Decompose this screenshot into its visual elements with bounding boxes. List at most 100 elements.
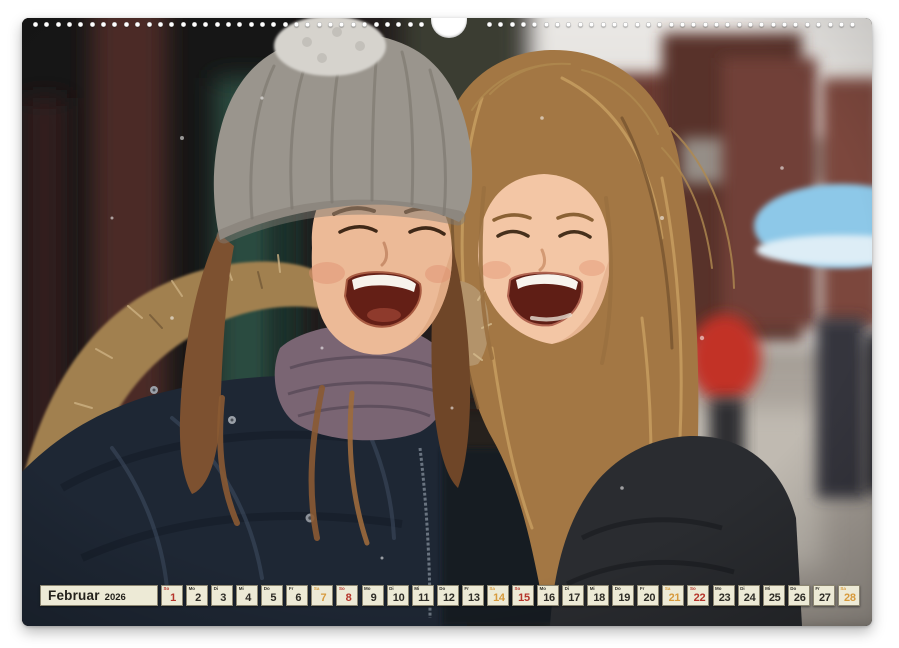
punch-hole [90, 22, 95, 27]
day-number: 2 [187, 592, 207, 604]
punch-hole [317, 22, 322, 27]
weekday-label: Mo [715, 586, 722, 591]
day-number: 16 [538, 592, 558, 604]
day-number: 13 [463, 592, 483, 604]
day-cell-28: Sa28 [838, 585, 860, 606]
punch-hole [147, 22, 152, 27]
weekday-label: Mi [414, 586, 419, 591]
day-number: 28 [839, 592, 859, 604]
punch-hole [260, 22, 265, 27]
weekday-label: Fr [815, 586, 820, 591]
weekday-label: Sa [314, 586, 320, 591]
weekday-label: Mi [239, 586, 244, 591]
day-number: 9 [363, 592, 383, 604]
day-cell-3: Di3 [211, 585, 233, 606]
weekday-label: Di [565, 586, 570, 591]
day-cell-5: Do5 [261, 585, 283, 606]
weekday-label: So [514, 586, 520, 591]
day-number: 7 [312, 592, 332, 604]
day-cell-11: Mi11 [412, 585, 434, 606]
day-number: 1 [162, 592, 182, 604]
day-cell-12: Do12 [437, 585, 459, 606]
weekday-label: Sa [665, 586, 671, 591]
day-cell-15: So15 [512, 585, 534, 606]
punch-hole [544, 22, 549, 27]
day-number: 18 [588, 592, 608, 604]
day-cell-20: Fr20 [637, 585, 659, 606]
day-cell-24: Di24 [738, 585, 760, 606]
weekday-label: Sa [840, 586, 846, 591]
day-cell-27: Fr27 [813, 585, 835, 606]
weekday-label: Sa [489, 586, 495, 591]
calendar-page: Februar 2026 So1Mo2Di3Mi4Do5Fr6Sa7So8Mo9… [22, 18, 872, 626]
punch-hole [635, 22, 640, 27]
punch-hole [646, 22, 651, 27]
weekday-label: Fr [464, 586, 469, 591]
weekday-label: Di [389, 586, 394, 591]
punch-hole [680, 22, 685, 27]
punch-hole [737, 22, 742, 27]
day-cell-6: Fr6 [286, 585, 308, 606]
day-cell-18: Mi18 [587, 585, 609, 606]
day-cell-14: Sa14 [487, 585, 509, 606]
weekday-label: Mo [364, 586, 371, 591]
punch-hole [124, 22, 129, 27]
punch-hole [828, 22, 833, 27]
product-photo-background: { "calendar": { "month": "Februar", "yea… [0, 0, 899, 648]
day-cell-19: Do19 [612, 585, 634, 606]
day-cell-10: Di10 [387, 585, 409, 606]
day-number: 15 [513, 592, 533, 604]
day-number: 4 [237, 592, 257, 604]
day-cell-21: Sa21 [662, 585, 684, 606]
weekday-label: So [690, 586, 696, 591]
day-number: 20 [638, 592, 658, 604]
weekday-label: Do [264, 586, 270, 591]
calendar-strip: Februar 2026 So1Mo2Di3Mi4Do5Fr6Sa7So8Mo9… [40, 585, 862, 607]
day-cell-13: Fr13 [462, 585, 484, 606]
day-number: 5 [262, 592, 282, 604]
punch-hole [158, 22, 163, 27]
punch-hole [249, 22, 254, 27]
weekday-label: Mi [765, 586, 770, 591]
punch-hole [419, 22, 424, 27]
day-cell-22: So22 [687, 585, 709, 606]
day-number: 6 [287, 592, 307, 604]
punch-hole [510, 22, 515, 27]
punch-hole [805, 22, 810, 27]
day-number: 12 [438, 592, 458, 604]
punch-hole [703, 22, 708, 27]
punch-hole [714, 22, 719, 27]
day-number: 24 [739, 592, 759, 604]
photo-illustration [22, 18, 872, 626]
weekday-label: Do [615, 586, 621, 591]
day-number: 26 [789, 592, 809, 604]
weekday-label: Mo [189, 586, 196, 591]
punch-hole [385, 22, 390, 27]
day-cell-17: Di17 [562, 585, 584, 606]
day-number: 25 [764, 592, 784, 604]
day-cell-9: Mo9 [362, 585, 384, 606]
day-cell-8: So8 [336, 585, 358, 606]
day-number: 27 [814, 592, 834, 604]
punch-hole [215, 22, 220, 27]
day-number: 8 [337, 592, 357, 604]
weekday-label: Fr [640, 586, 645, 591]
punch-hole [226, 22, 231, 27]
vignette-overlay [22, 18, 872, 626]
month-box: Februar 2026 [40, 585, 158, 606]
month-label: Februar [48, 586, 100, 605]
day-number: 22 [688, 592, 708, 604]
punch-hole [839, 22, 844, 27]
punch-hole [374, 22, 379, 27]
weekday-label: So [164, 586, 170, 591]
day-number: 23 [714, 592, 734, 604]
day-number: 14 [488, 592, 508, 604]
day-number: 17 [563, 592, 583, 604]
day-cell-26: Do26 [788, 585, 810, 606]
day-cell-16: Mo16 [537, 585, 559, 606]
day-number: 19 [613, 592, 633, 604]
punch-hole [487, 22, 492, 27]
day-cell-1: So1 [161, 585, 183, 606]
weekday-label: Fr [289, 586, 294, 591]
punch-hole [192, 22, 197, 27]
